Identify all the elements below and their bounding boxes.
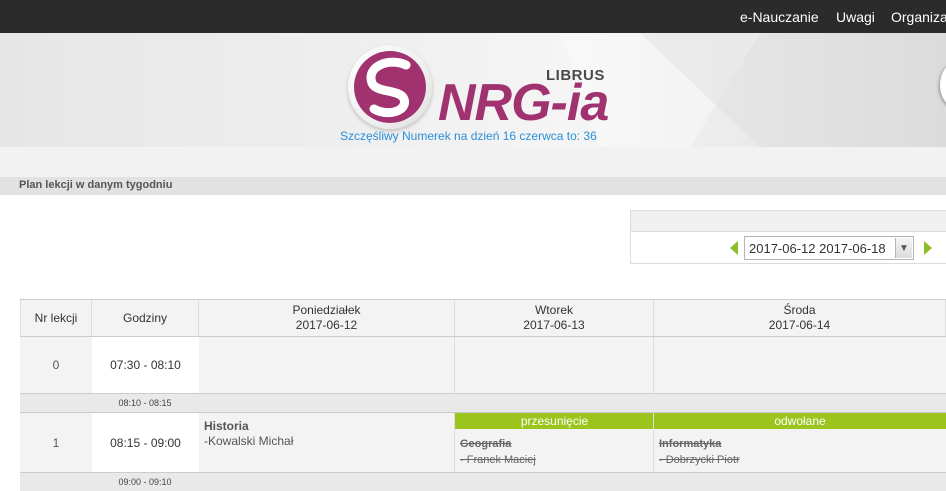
lesson-subject: Historia [204,419,249,433]
table-row: 0 07:30 - 08:10 [20,337,946,393]
status-badge: odwołane [654,413,946,429]
break-time: 09:00 - 09:10 [118,477,172,487]
sub-navigation-strip [0,147,946,177]
nav-e-nauczanie[interactable]: e-Nauczanie [740,9,819,25]
day-date: 2017-06-13 [523,318,585,332]
header-hours: Godziny [92,300,199,336]
brand-name: NRG-ia [438,74,609,132]
cell-monday [199,337,455,393]
lesson-subject: Geografia [460,438,512,450]
column-divider [454,337,455,393]
week-selector-header [631,211,946,232]
day-date: 2017-06-14 [768,318,831,332]
break-time: 08:10 - 08:15 [118,398,172,408]
header-tuesday: Wtorek 2017-06-13 [455,300,654,336]
break-row: 09:00 - 09:10 [20,472,946,491]
week-selector-panel: 2017-06-12 2017-06-18 ▼ [630,210,946,264]
arrow-right-icon[interactable] [924,241,932,255]
cell-monday[interactable]: Historia -Kowalski Michał [199,413,455,472]
section-header: Plan lekcji w danym tygodniu [0,177,946,195]
lesson-time: 08:15 - 09:00 [92,413,199,472]
lesson-number: 1 [20,413,92,472]
cell-wednesday[interactable]: odwołane Informatyka - Dobrzycki Piotr [654,413,946,472]
table-row: 1 08:15 - 09:00 Historia -Kowalski Micha… [20,413,946,472]
cell-tuesday [455,337,654,393]
timetable-header-row: Nr lekcji Godziny Poniedziałek 2017-06-1… [20,299,946,337]
header-nr-label: Nr lekcji [34,310,78,325]
lesson-subject: Informatyka [659,438,722,450]
status-badge: przesunięcie [455,413,654,429]
column-divider [454,413,455,472]
header-banner: LIBRUS NRG-ia Szczęśliwy Numerek na dzie… [0,33,946,147]
day-date: 2017-06-12 [295,318,358,332]
lesson-time: 07:30 - 08:10 [92,337,199,393]
logo-icon[interactable] [348,45,432,129]
top-navigation-bar: e-Nauczanie Uwagi Organiza [0,0,946,33]
day-name: Poniedziałek [292,303,361,317]
header-monday: Poniedziałek 2017-06-12 [199,300,455,336]
header-nr: Nr lekcji [20,300,92,336]
chevron-down-icon[interactable]: ▼ [895,238,912,258]
nav-uwagi[interactable]: Uwagi [836,9,875,25]
lesson-teacher: - Franek Maciej [460,454,536,466]
week-select[interactable]: 2017-06-12 2017-06-18 ▼ [744,236,914,260]
lesson-entry: Geografia - Franek Maciej [460,436,536,468]
cell-wednesday [654,337,946,393]
lesson-teacher: - Dobrzycki Piotr [659,454,740,466]
day-name: Wtorek [534,303,573,317]
week-select-value: 2017-06-12 2017-06-18 [749,240,886,256]
lesson-entry: Historia -Kowalski Michał [204,419,293,449]
lesson-number: 0 [20,337,92,393]
lesson-entry: Informatyka - Dobrzycki Piotr [659,436,740,468]
day-name: Środa [783,303,816,317]
break-row: 08:10 - 08:15 [20,393,946,413]
lesson-teacher: -Kowalski Michał [204,434,294,448]
lucky-number-text: Szczęśliwy Numerek na dzień 16 czerwca t… [340,129,597,143]
nav-organizacja[interactable]: Organiza [891,9,946,25]
column-divider [653,413,654,472]
header-wednesday: Środa 2017-06-14 [654,300,946,336]
header-hours-label: Godziny [122,310,168,325]
column-divider [653,337,654,393]
section-title: Plan lekcji w danym tygodniu [19,179,173,191]
cell-tuesday[interactable]: przesunięcie Geografia - Franek Maciej [455,413,654,472]
arrow-left-icon[interactable] [730,241,738,255]
